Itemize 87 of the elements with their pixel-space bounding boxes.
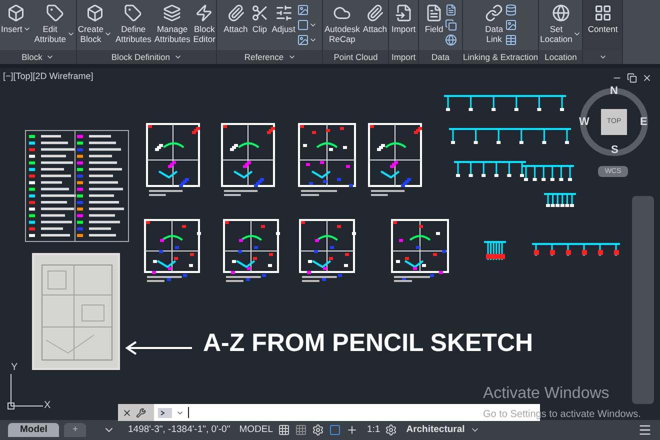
activation-title: Activate Windows xyxy=(483,384,610,404)
caret-icon[interactable] xyxy=(23,25,32,33)
annotation-scale[interactable]: 1:1 xyxy=(366,422,380,438)
caret-icon[interactable] xyxy=(174,53,182,61)
tool-icon xyxy=(86,4,104,22)
caret-icon[interactable] xyxy=(598,53,607,61)
caret-icon[interactable] xyxy=(573,30,582,38)
units-menu[interactable]: Architectural xyxy=(406,422,465,438)
caret-icon[interactable] xyxy=(104,30,112,38)
tool-icon xyxy=(226,4,245,22)
tool-icon xyxy=(195,4,214,22)
floor-plan-drawing xyxy=(390,218,450,284)
caret-icon[interactable] xyxy=(66,30,75,38)
panel-label[interactable]: Location xyxy=(539,50,582,64)
tool-button[interactable] xyxy=(505,34,518,46)
ribbon-button[interactable]: Attach xyxy=(222,4,249,34)
floor-plan-drawing xyxy=(143,218,201,284)
ribbon-button[interactable]: Adjust xyxy=(270,4,296,34)
text-cursor xyxy=(188,407,189,418)
tool-icon xyxy=(366,4,384,22)
ribbon-button[interactable]: Content xyxy=(586,4,619,34)
tool-icon xyxy=(124,4,142,22)
tool-icon xyxy=(250,4,269,22)
ribbon-button[interactable]: Manage Attributes xyxy=(153,4,192,44)
caret-icon[interactable] xyxy=(288,53,296,61)
panel-label[interactable]: Block Definition xyxy=(76,50,216,64)
tool-icon xyxy=(7,4,26,22)
ribbon-button[interactable]: Edit Attribute xyxy=(33,4,76,44)
panel-label[interactable]: Point Cloud xyxy=(323,50,388,64)
compass-label[interactable]: E xyxy=(640,116,648,128)
axis-label: X xyxy=(44,399,51,413)
panel-label[interactable]: Reference xyxy=(217,50,322,64)
ribbon-button[interactable]: Block Editor xyxy=(192,4,216,44)
tool-icon xyxy=(394,4,413,22)
grid-icon[interactable] xyxy=(294,424,307,436)
add-tab-button[interactable]: + xyxy=(64,423,86,437)
arrow-icon xyxy=(124,341,192,355)
close-icon[interactable] xyxy=(642,73,652,83)
ribbon-button[interactable]: Define Attributes xyxy=(114,4,152,44)
ribbon-button[interactable]: Create Block xyxy=(76,4,114,44)
ribbon-button[interactable]: Insert xyxy=(0,4,32,34)
tool-button[interactable] xyxy=(445,19,458,31)
tool-button[interactable] xyxy=(505,4,518,16)
ribbon-button[interactable]: Data Link xyxy=(484,4,504,44)
tool-icon xyxy=(594,4,612,22)
close-icon[interactable] xyxy=(122,408,132,418)
command-prompt-icon[interactable] xyxy=(158,408,172,418)
floor-plan-drawing xyxy=(222,218,280,284)
floor-plan-drawing xyxy=(298,218,356,284)
tool-button[interactable] xyxy=(505,19,518,31)
panel-label[interactable]: Data xyxy=(419,50,462,64)
compass-label[interactable]: S xyxy=(611,144,618,156)
snap-icon[interactable] xyxy=(328,424,341,436)
tool-button[interactable] xyxy=(297,19,318,31)
ribbon-button[interactable]: Autodesk ReCap xyxy=(323,4,361,44)
ribbon-button[interactable]: Import xyxy=(390,4,417,34)
tool-button[interactable] xyxy=(297,34,318,46)
tool-icon xyxy=(274,4,293,22)
grid-icon[interactable] xyxy=(278,424,290,436)
tool-icon xyxy=(333,4,352,22)
tool-icon xyxy=(485,4,504,22)
compass-label[interactable]: N xyxy=(610,85,618,97)
panel-label[interactable]: Block xyxy=(0,50,76,64)
tool-icon xyxy=(46,4,64,22)
ribbon-button[interactable]: Clip xyxy=(250,4,270,34)
ribbon-button[interactable]: Field xyxy=(424,4,444,34)
restore-icon[interactable] xyxy=(627,73,637,83)
viewport-label[interactable]: [−][Top][2D Wireframe] xyxy=(3,70,94,84)
tool-icon xyxy=(425,4,444,22)
space-toggle[interactable]: MODEL xyxy=(239,422,273,438)
settings-icon[interactable] xyxy=(136,408,146,418)
compass-label[interactable]: W xyxy=(579,116,590,128)
panel-label[interactable]: Import xyxy=(389,50,418,64)
coordinates[interactable]: 1498'-3", -1384'-1", 0'-0" xyxy=(128,422,230,438)
caret-icon[interactable] xyxy=(46,53,54,61)
menu-icon[interactable] xyxy=(638,423,652,437)
tool-button[interactable] xyxy=(445,34,458,46)
ribbon-button[interactable]: Set Location xyxy=(539,4,582,44)
headline: A-Z FROM PENCIL SKETCH xyxy=(203,328,534,358)
ribbon-button[interactable]: Attach xyxy=(362,4,388,34)
panel-label[interactable]: Linking & Extraction xyxy=(463,50,538,64)
tool-icon xyxy=(163,4,182,22)
tool-icon xyxy=(552,4,570,22)
axis-label: Y xyxy=(11,361,18,375)
tool-button[interactable] xyxy=(445,4,458,16)
layout-tab[interactable]: Model xyxy=(8,423,60,437)
plus-icon[interactable] xyxy=(346,424,358,436)
